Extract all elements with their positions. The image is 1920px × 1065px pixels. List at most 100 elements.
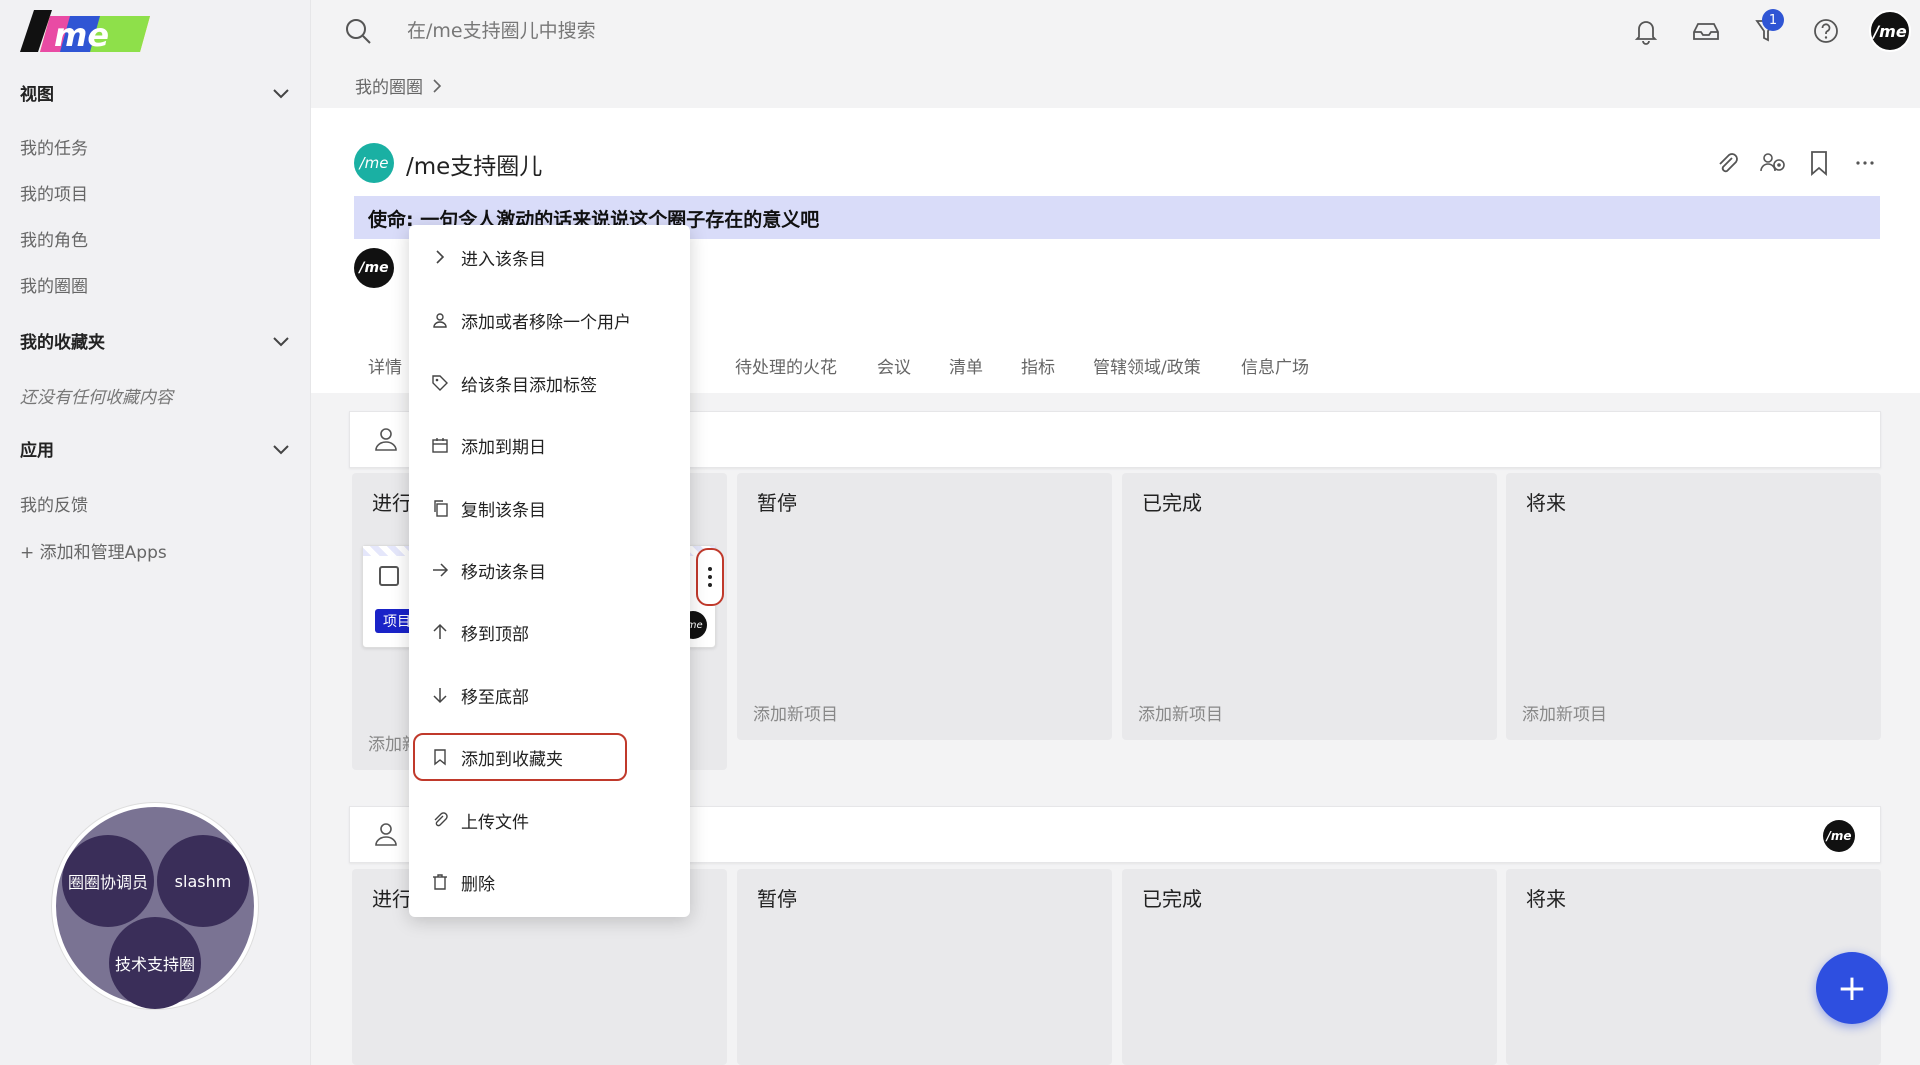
- menu-item-label: 复制该条目: [461, 500, 546, 521]
- breadcrumb-item[interactable]: 我的圈圈: [355, 73, 423, 98]
- user-icon: [433, 313, 447, 328]
- tab-metrics[interactable]: 指标: [1021, 353, 1055, 378]
- menu-item-label: 进入该条目: [461, 249, 546, 270]
- column-title: 将来: [1526, 887, 1566, 911]
- user-avatar[interactable]: /me: [1869, 10, 1911, 52]
- tab-domains-policies[interactable]: 管辖领域/政策: [1093, 353, 1201, 378]
- more-icon[interactable]: [1850, 148, 1880, 178]
- sidebar: me 视图 我的任务 我的项目 我的角色 我的圈圈 我的收藏夹 还没有任何收藏内…: [0, 0, 311, 1065]
- menu-item-label: 移到顶部: [461, 624, 529, 645]
- tag-icon: [432, 375, 448, 391]
- bell-icon[interactable]: [1631, 16, 1661, 46]
- menu-item-add-due-date[interactable]: 添加到期日: [409, 425, 690, 465]
- search-input[interactable]: [407, 14, 1007, 48]
- menu-item-upload[interactable]: 上传文件: [409, 800, 690, 840]
- lane-avatar[interactable]: /me: [1823, 820, 1855, 852]
- tab-pending-sparks[interactable]: 待处理的火花: [735, 353, 837, 378]
- menu-item-add-remove-user[interactable]: 添加或者移除一个用户: [409, 300, 690, 340]
- breadcrumb: 我的圈圈: [355, 73, 443, 98]
- menu-item-label: 移动该条目: [461, 562, 546, 583]
- tab-checklist[interactable]: 清单: [949, 353, 983, 378]
- user-icon: [375, 823, 397, 846]
- kanban-column-paused: 暂停 添加新项目: [737, 473, 1112, 740]
- menu-item-label: 添加到收藏夹: [461, 749, 563, 770]
- header-actions: [1712, 148, 1880, 178]
- column-title: 将来: [1526, 491, 1566, 515]
- app-logo[interactable]: me: [20, 8, 150, 54]
- menu-item-add-tag[interactable]: 给该条目添加标签: [409, 363, 690, 403]
- menu-item-copy[interactable]: 复制该条目: [409, 488, 690, 528]
- tab-meetings[interactable]: 会议: [877, 353, 911, 378]
- sidebar-item-my-tasks[interactable]: 我的任务: [20, 134, 88, 159]
- venn-circle-tech-support[interactable]: 技术支持圈: [109, 917, 201, 1009]
- sidebar-section-views[interactable]: 视图: [20, 80, 290, 105]
- menu-item-delete[interactable]: 删除: [409, 862, 690, 902]
- add-new-item-link[interactable]: 添加新项目: [1138, 700, 1223, 725]
- menu-item-move-bottom[interactable]: 移至底部: [409, 675, 690, 715]
- context-menu: 进入该条目 添加或者移除一个用户 给该条目添加标签 添加到期日 复制该条目 移动…: [409, 225, 690, 917]
- add-fab-button[interactable]: +: [1816, 952, 1888, 1024]
- menu-item-add-favorite[interactable]: 添加到收藏夹: [409, 733, 690, 781]
- chevron-right-icon: [436, 250, 445, 264]
- search-icon[interactable]: [343, 16, 373, 46]
- bookmark-icon[interactable]: [1804, 148, 1834, 178]
- sidebar-item-my-projects[interactable]: 我的项目: [20, 180, 88, 205]
- sidebar-section-label: 应用: [20, 441, 54, 461]
- owner-avatar[interactable]: /me: [354, 248, 394, 288]
- column-title: 进行: [372, 491, 412, 515]
- help-icon[interactable]: [1811, 16, 1841, 46]
- chevron-down-icon[interactable]: [272, 440, 290, 458]
- sidebar-item-my-circles[interactable]: 我的圈圈: [20, 272, 88, 297]
- sidebar-item-feedback[interactable]: 我的反馈: [20, 491, 88, 516]
- tab-info-plaza[interactable]: 信息广场: [1241, 353, 1309, 378]
- arrow-right-icon: [433, 563, 449, 577]
- sidebar-item-manage-apps[interactable]: + 添加和管理Apps: [20, 538, 167, 563]
- kanban-column-done: 已完成: [1122, 869, 1497, 1065]
- people-settings-icon[interactable]: [1758, 148, 1788, 178]
- column-title: 已完成: [1142, 491, 1202, 515]
- kanban-column-paused: 暂停: [737, 869, 1112, 1065]
- trash-icon: [433, 874, 447, 890]
- tab-details[interactable]: 详情: [368, 353, 402, 378]
- add-new-item-link[interactable]: 添加新项目: [1522, 700, 1607, 725]
- bookmark-icon: [434, 749, 446, 766]
- column-title: 已完成: [1142, 887, 1202, 911]
- arrow-up-icon: [433, 623, 447, 639]
- menu-item-label: 移至底部: [461, 687, 529, 708]
- venn-circle-coordinator[interactable]: 圈圈协调员: [62, 835, 154, 927]
- arrow-down-icon: [433, 688, 447, 704]
- card-more-button[interactable]: [696, 548, 724, 606]
- menu-item-label: 给该条目添加标签: [461, 375, 597, 396]
- menu-item-move[interactable]: 移动该条目: [409, 550, 690, 590]
- menu-item-label: 删除: [461, 874, 495, 895]
- sidebar-section-label: 我的收藏夹: [20, 333, 105, 353]
- card-checkbox[interactable]: [379, 566, 399, 586]
- sidebar-section-favorites[interactable]: 我的收藏夹: [20, 328, 290, 353]
- menu-item-label: 添加到期日: [461, 437, 546, 458]
- column-title: 暂停: [757, 491, 797, 515]
- menu-item-label: 添加或者移除一个用户: [461, 312, 631, 333]
- top-bar: 1 /me: [311, 0, 1920, 62]
- paperclip-icon[interactable]: [1712, 148, 1742, 178]
- chevron-down-icon[interactable]: [272, 332, 290, 350]
- chevron-down-icon[interactable]: [272, 84, 290, 102]
- favorites-empty-text: 还没有任何收藏内容: [20, 388, 173, 408]
- menu-item-label: 上传文件: [461, 812, 529, 833]
- menu-item-open[interactable]: 进入该条目: [409, 237, 690, 277]
- sidebar-item-my-roles[interactable]: 我的角色: [20, 226, 88, 251]
- notification-badge: 1: [1762, 9, 1784, 31]
- sidebar-section-apps[interactable]: 应用: [20, 436, 290, 461]
- add-new-item-link[interactable]: 添加新项目: [753, 700, 838, 725]
- venn-circle-slashm[interactable]: slashm: [157, 835, 249, 927]
- column-title: 进行: [372, 887, 412, 911]
- sidebar-section-label: 视图: [20, 85, 54, 105]
- kebab-icon: [708, 565, 712, 589]
- chevron-right-icon: [433, 78, 442, 93]
- copy-icon: [434, 500, 448, 517]
- kanban-column-done: 已完成 添加新项目: [1122, 473, 1497, 740]
- inbox-icon[interactable]: [1691, 16, 1721, 46]
- menu-item-move-top[interactable]: 移到顶部: [409, 612, 690, 652]
- paperclip-icon: [434, 812, 448, 827]
- calendar-icon: [432, 438, 448, 453]
- circle-venn-diagram: 圈圈协调员 slashm 技术支持圈: [52, 803, 258, 1009]
